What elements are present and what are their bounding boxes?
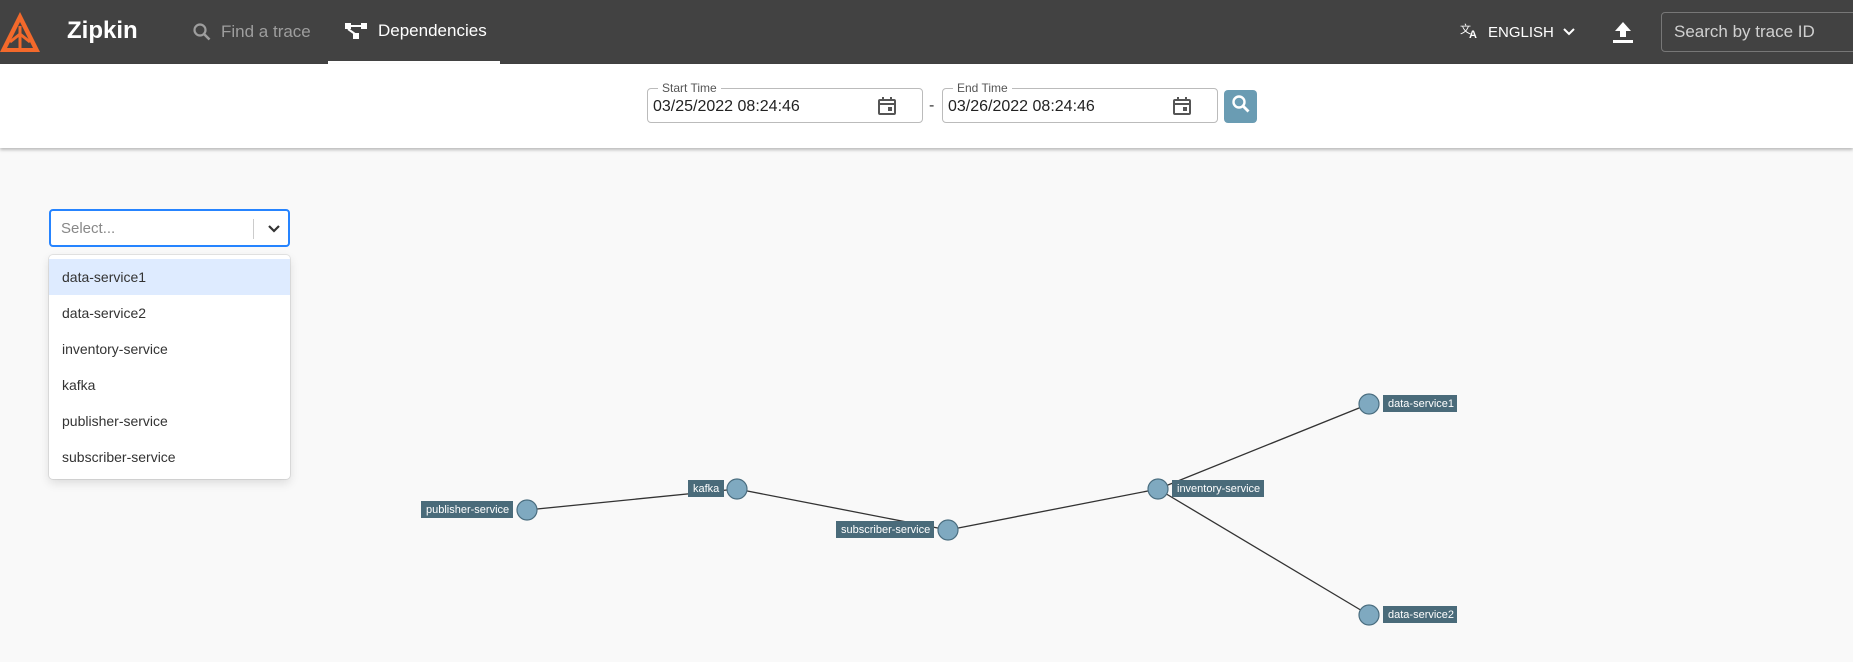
graph-edge	[947, 488, 1159, 531]
nav-find-trace[interactable]: Find a trace	[193, 0, 311, 64]
graph-node-publisher-service[interactable]: publisher-service	[421, 499, 538, 521]
nav-dependencies[interactable]: Dependencies	[328, 0, 500, 64]
service-select[interactable]: Select...	[49, 209, 290, 247]
menu-item-kafka[interactable]: kafka	[49, 367, 290, 403]
graph-node-subscriber-service[interactable]: subscriber-service	[836, 519, 959, 541]
node-label: subscriber-service	[841, 524, 930, 536]
start-time-label: Start Time	[658, 81, 721, 95]
select-divider	[253, 219, 254, 239]
dependencies-icon	[344, 21, 368, 41]
chevron-down-icon[interactable]	[264, 219, 284, 239]
time-range-bar: Start Time 03/25/2022 08:24:46 - End Tim…	[0, 64, 1853, 148]
end-time-value: 03/26/2022 08:24:46	[948, 98, 1095, 115]
language-selector[interactable]: 文A ENGLISH	[1460, 0, 1576, 64]
node-label: data-service1	[1388, 398, 1454, 410]
node-label: publisher-service	[426, 504, 509, 516]
search-icon	[1231, 95, 1250, 118]
node-label: inventory-service	[1177, 483, 1260, 495]
chevron-down-icon	[1562, 24, 1576, 41]
search-dependencies-button[interactable]	[1224, 90, 1257, 123]
graph-node-data-service2[interactable]: data-service2	[1358, 604, 1457, 626]
upload-icon[interactable]	[1610, 20, 1636, 46]
menu-item-data-service1[interactable]: data-service1	[49, 259, 290, 295]
translate-icon: 文A	[1460, 21, 1480, 43]
nav-dependencies-label: Dependencies	[378, 20, 487, 40]
node-label: kafka	[693, 483, 720, 495]
node-label: data-service2	[1388, 609, 1454, 621]
start-time-value: 03/25/2022 08:24:46	[653, 98, 800, 115]
trace-id-search-input[interactable]	[1661, 12, 1853, 52]
calendar-icon[interactable]	[1172, 96, 1192, 116]
start-time-field[interactable]: Start Time 03/25/2022 08:24:46	[647, 81, 923, 123]
calendar-icon[interactable]	[877, 96, 897, 116]
service-select-placeholder: Select...	[61, 220, 116, 237]
nav-find-trace-label: Find a trace	[221, 22, 311, 41]
time-range-separator: -	[929, 97, 935, 114]
search-icon	[193, 23, 211, 41]
menu-item-data-service2[interactable]: data-service2	[49, 295, 290, 331]
menu-item-inventory-service[interactable]: inventory-service	[49, 331, 290, 367]
graph-edge	[1157, 488, 1370, 616]
app-brand[interactable]: Zipkin	[67, 17, 138, 45]
menu-item-subscriber-service[interactable]: subscriber-service	[49, 439, 290, 475]
service-select-menu: data-service1 data-service2 inventory-se…	[49, 255, 290, 479]
graph-node-kafka[interactable]: kafka	[688, 478, 748, 500]
svg-text:A: A	[1469, 29, 1477, 39]
menu-item-publisher-service[interactable]: publisher-service	[49, 403, 290, 439]
graph-node-inventory-service[interactable]: inventory-service	[1147, 478, 1264, 500]
top-app-bar: Zipkin Find a trace Dependencies 文A ENGL…	[0, 0, 1853, 64]
end-time-field[interactable]: End Time 03/26/2022 08:24:46	[942, 81, 1218, 123]
language-label: ENGLISH	[1488, 23, 1554, 41]
graph-edge	[1157, 403, 1370, 490]
zipkin-logo-icon[interactable]	[0, 8, 44, 56]
graph-node-data-service1[interactable]: data-service1	[1358, 393, 1457, 415]
end-time-label: End Time	[953, 81, 1012, 95]
